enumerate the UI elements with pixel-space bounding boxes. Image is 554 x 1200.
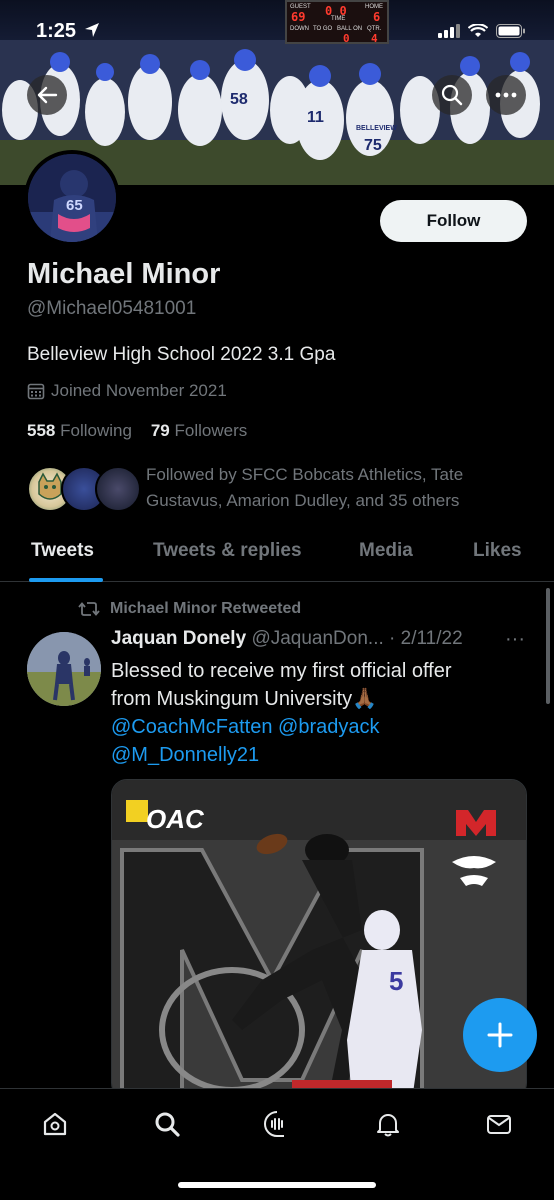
back-button[interactable] [27,75,67,115]
followers-link[interactable]: 79 Followers [151,421,247,440]
mention-link[interactable]: @M_Donnelly21 [111,744,259,766]
banner-jersey-text: BELLEVIEW [356,125,397,132]
followed-by-line-1: Followed by SFCC Bobcats Athletics, Tate [146,465,464,484]
tab-tweets[interactable]: Tweets [31,540,94,562]
profile-handle: @Michael05481001 [27,298,197,319]
followers-label: Followers [174,421,248,440]
sb-qtr: 4 [371,32,378,45]
tweet-author-avatar[interactable] [27,632,101,706]
scoreboard: GUEST HOME TIME 69 0 0 6 DOWN TO GO BALL… [285,0,389,45]
sb-clock: 0 0 [325,4,347,18]
tweet-author-name[interactable]: Jaquan Donely [111,628,246,649]
compose-plus-icon [487,1022,513,1048]
banner-jersey-75: 75 [364,137,382,154]
tweet-text-line-2: from Muskingum University🙏🏾 [111,688,378,710]
messages-icon [487,1115,511,1134]
nav-spaces[interactable] [260,1107,294,1141]
retweet-label: Michael Minor Retweeted [110,600,302,617]
active-tab-indicator [29,578,103,582]
cellular-signal-icon [438,24,460,38]
tweet-date[interactable]: · 2/11/22 [389,628,463,649]
calendar-icon [27,383,45,400]
oac-logo: OAC [146,804,205,834]
profile-bio: Belleview High School 2022 3.1 Gpa [27,344,336,365]
search-icon [441,84,463,106]
more-icon [495,92,517,98]
mention-link[interactable]: @CoachMcFatten [111,716,272,738]
home-indicator [178,1182,376,1188]
notifications-icon [377,1114,399,1137]
home-icon [43,1112,67,1136]
followed-by-text[interactable]: Followed by SFCC Bobcats Athletics, Tate… [146,462,526,514]
battery-icon [496,24,525,38]
spaces-icon [264,1111,284,1137]
status-time-text: 1:25 [36,20,77,42]
follow-stats: 558 Following 79 Followers [27,421,247,441]
follow-button[interactable]: Follow [380,200,527,242]
mention-link[interactable]: @bradyack [278,716,379,738]
scrollbar[interactable] [546,588,550,704]
tab-tweets-replies[interactable]: Tweets & replies [153,540,302,562]
followers-count: 79 [150,421,170,440]
status-time: 1:25 [36,20,100,43]
wifi-icon [468,24,488,37]
follower-avatar-3 [95,466,141,512]
tab-media[interactable]: Media [359,540,413,562]
nav-search[interactable] [150,1107,184,1141]
more-button[interactable] [486,75,526,115]
retweet-indicator: Michael Minor Retweeted [78,600,301,618]
nav-home[interactable] [38,1107,72,1141]
tweet-header: Jaquan Donely @JaquanDon... · 2/11/22 [111,628,531,650]
sb-home-score: 6 [373,10,381,24]
following-count: 558 [27,421,56,440]
following-label: Following [60,421,132,440]
followed-by-avatars[interactable] [27,466,141,514]
following-link[interactable]: 558 Following [27,421,132,440]
location-arrow-icon [84,23,99,37]
avatar-photo: 65 [28,154,116,242]
nav-messages[interactable] [482,1107,516,1141]
avatar-jersey: 65 [66,197,83,214]
banner-jersey-58: 58 [230,91,248,108]
author-avatar-photo [27,632,101,706]
profile-avatar[interactable]: 65 [24,150,120,246]
sb-down: 0 [343,32,350,45]
joined-date: Joined November 2021 [27,381,227,401]
tweet-text: Blessed to receive my first official off… [111,657,531,769]
nav-notifications[interactable] [371,1107,405,1141]
status-icons [438,24,526,38]
search-button[interactable] [432,75,472,115]
profile-tabs: Tweets Tweets & replies Media Likes [0,530,554,582]
profile-name: Michael Minor [27,258,221,290]
sb-down-label: DOWN [290,26,309,32]
search-icon [155,1112,180,1137]
tweet-text-line-1: Blessed to receive my first official off… [111,660,452,682]
joined-text: Joined November 2021 [51,381,227,400]
sb-guest-score: 69 [291,10,306,24]
tweet-author-handle[interactable]: @JaquanDon... [251,628,383,649]
offer-graphic: OAC 5 [112,780,526,1098]
media-jersey: 5 [389,966,403,996]
sb-togo-label: TO GO [313,26,333,32]
tweet-more-button[interactable]: ··· [505,628,525,651]
banner-jersey-11: 11 [307,109,324,126]
followed-by-line-2: Gustavus, Amarion Dudley, and 35 others [146,491,460,510]
tweet-media-image[interactable]: OAC 5 [111,779,527,1099]
compose-tweet-button[interactable] [463,998,537,1072]
retweet-icon [78,602,100,616]
tab-likes[interactable]: Likes [473,540,522,562]
back-arrow-icon [37,86,58,104]
